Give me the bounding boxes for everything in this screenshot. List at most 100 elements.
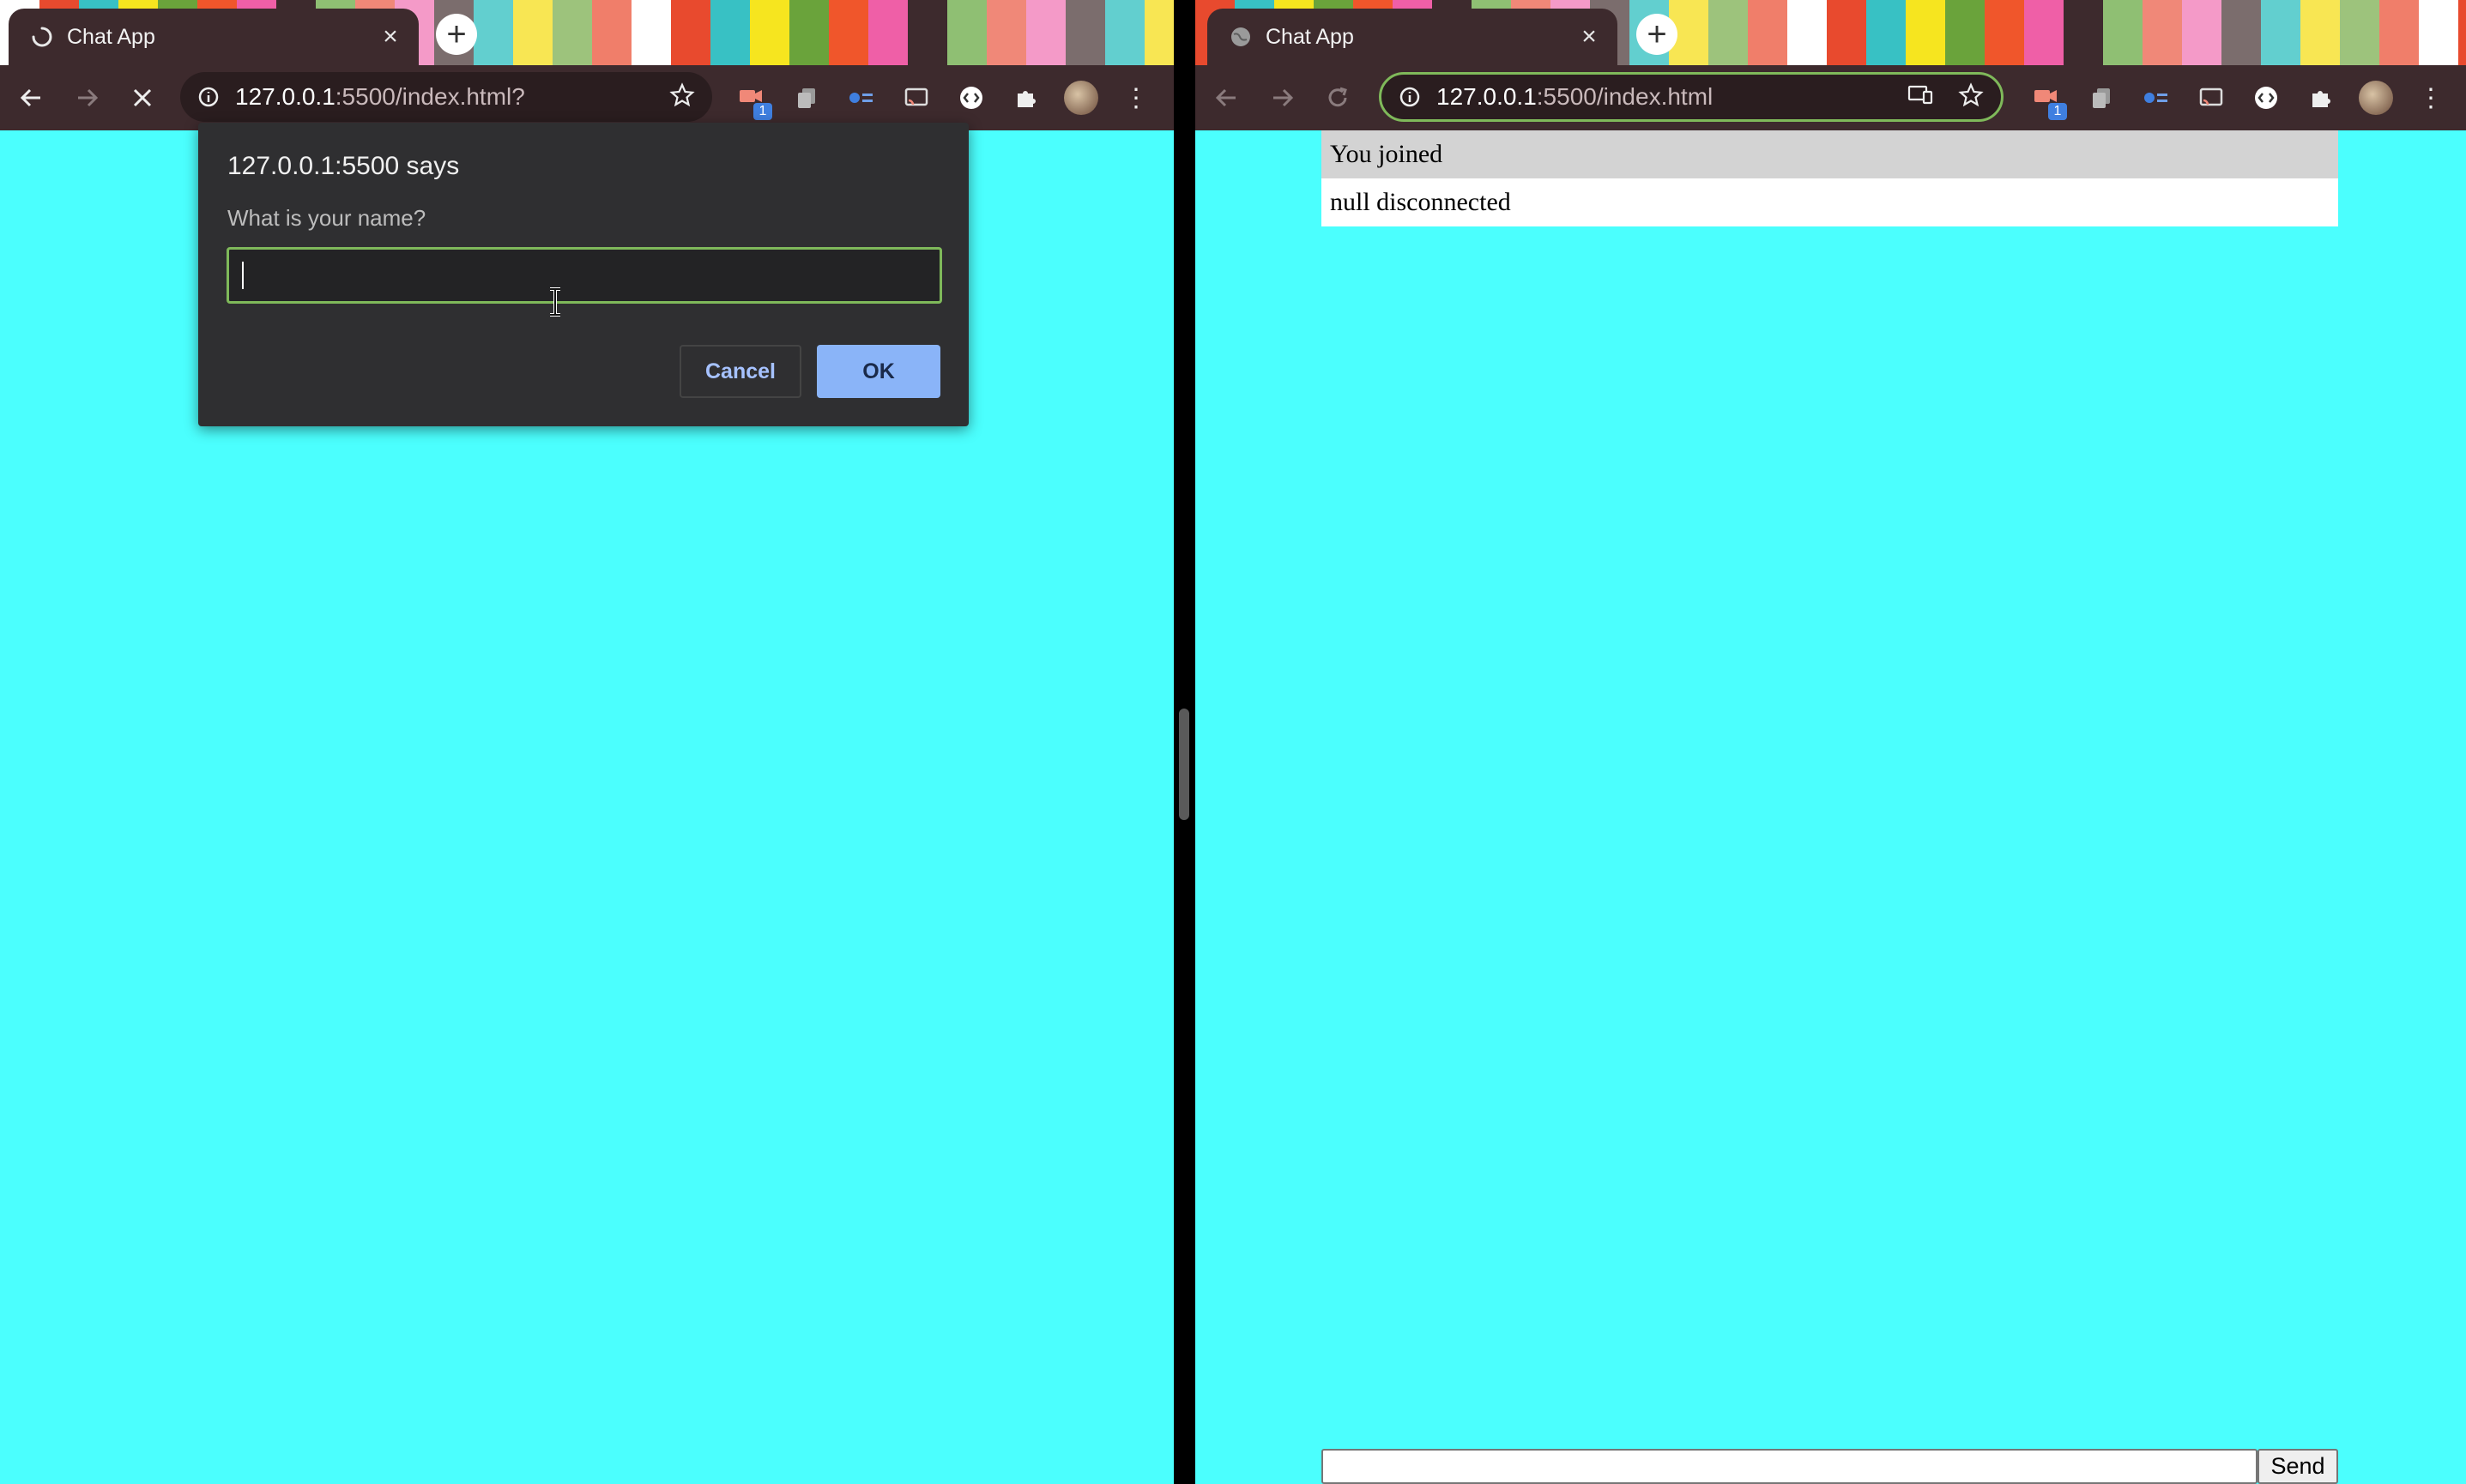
theme-stripe: [592, 0, 632, 65]
theme-stripe: [947, 0, 987, 65]
code-extension-icon[interactable]: [952, 79, 990, 117]
loading-spinner-icon: [31, 26, 53, 48]
theme-stripe: [671, 0, 710, 65]
theme-stripe: [1066, 0, 1105, 65]
cast-extension-icon[interactable]: [2192, 79, 2230, 117]
tab-chat-app[interactable]: Chat App ×: [1207, 9, 1617, 65]
theme-stripe: [2379, 0, 2419, 65]
theme-stripe: [2340, 0, 2379, 65]
new-tab-button[interactable]: +: [1636, 14, 1677, 55]
message-item: null disconnected: [1321, 178, 2338, 226]
install-app-icon[interactable]: [1907, 83, 1934, 112]
tab-title: Chat App: [1266, 24, 1354, 49]
theme-stripe: [474, 0, 513, 65]
close-tab-icon[interactable]: ×: [1574, 22, 1604, 51]
reload-icon[interactable]: [1319, 79, 1357, 117]
tab-title: Chat App: [67, 24, 155, 49]
site-info-icon[interactable]: [1397, 84, 1423, 110]
close-tab-icon[interactable]: ×: [376, 22, 405, 51]
ok-button[interactable]: OK: [817, 345, 940, 398]
theme-stripe: [2143, 0, 2182, 65]
profile-avatar[interactable]: [2357, 79, 2395, 117]
message-item: You joined: [1321, 130, 2338, 178]
extension-icon-1[interactable]: 1: [733, 79, 772, 120]
name-input[interactable]: [227, 247, 942, 304]
theme-stripe: [513, 0, 553, 65]
bookmark-star-icon[interactable]: [1958, 81, 1984, 112]
puzzle-extensions-icon[interactable]: [1007, 79, 1045, 117]
forward-arrow-icon[interactable]: [1264, 79, 1302, 117]
left-browser-window: Chat App × + 127.0.0.1:5500/index.html?: [0, 0, 1174, 1484]
back-arrow-icon[interactable]: [12, 79, 50, 117]
text-caret: [242, 262, 244, 289]
extension-icon-3[interactable]: [843, 79, 880, 117]
more-menu-icon[interactable]: ⋮: [1117, 79, 1155, 117]
theme-stripe: [2221, 0, 2261, 65]
theme-stripe: [1906, 0, 1945, 65]
browser-toolbar: 127.0.0.1:5500/index.html? 1 ⋮: [0, 65, 1174, 130]
copy-extension-icon[interactable]: [788, 79, 825, 117]
new-tab-button[interactable]: +: [436, 14, 477, 55]
text-cursor-icon: [547, 287, 564, 321]
theme-stripe: [1105, 0, 1145, 65]
browser-toolbar: 127.0.0.1:5500/index.html 1 ⋮: [1195, 65, 2466, 130]
theme-stripe: [632, 0, 671, 65]
theme-stripe: [1787, 0, 1827, 65]
theme-stripe: [710, 0, 750, 65]
theme-stripe: [1026, 0, 1066, 65]
theme-stripe: [2458, 0, 2466, 65]
send-button[interactable]: Send: [2257, 1449, 2338, 1484]
cast-extension-icon[interactable]: [898, 79, 935, 117]
forward-arrow-icon[interactable]: [69, 79, 106, 117]
theme-stripe: [1748, 0, 1787, 65]
theme-stripe: [2103, 0, 2143, 65]
message-input[interactable]: [1321, 1449, 2257, 1484]
globe-icon: [1230, 26, 1252, 48]
theme-stripe: [1985, 0, 2024, 65]
theme-stripe: [553, 0, 592, 65]
code-extension-icon[interactable]: [2247, 79, 2285, 117]
back-arrow-icon[interactable]: [1207, 79, 1245, 117]
theme-stripe: [750, 0, 789, 65]
message-list: You joined null disconnected: [1321, 130, 2338, 226]
theme-stripe: [829, 0, 868, 65]
more-menu-icon[interactable]: ⋮: [2412, 79, 2450, 117]
stop-loading-icon[interactable]: [124, 79, 161, 117]
extension-badge: 1: [753, 103, 772, 120]
theme-stripe: [2024, 0, 2064, 65]
theme-stripe: [2419, 0, 2458, 65]
theme-stripe: [2300, 0, 2340, 65]
tab-chat-app[interactable]: Chat App ×: [9, 9, 419, 65]
extension-icon-1[interactable]: 1: [2028, 79, 2067, 120]
site-info-icon[interactable]: [196, 84, 221, 110]
address-bar[interactable]: 127.0.0.1:5500/index.html: [1379, 72, 2004, 122]
extension-icon-3[interactable]: [2137, 79, 2175, 117]
theme-stripe: [908, 0, 947, 65]
profile-avatar[interactable]: [1062, 79, 1100, 117]
theme-stripe: [1945, 0, 1985, 65]
url-text: 127.0.0.1:5500/index.html?: [235, 83, 525, 110]
dialog-title: 127.0.0.1:5500 says: [227, 152, 460, 180]
bookmark-star-icon[interactable]: [669, 81, 695, 112]
copy-extension-icon[interactable]: [2082, 79, 2120, 117]
dialog-message: What is your name?: [227, 205, 426, 231]
prompt-dialog: 127.0.0.1:5500 says What is your name? C…: [198, 123, 969, 426]
theme-stripe: [1708, 0, 1748, 65]
theme-stripe: [2261, 0, 2300, 65]
theme-stripe: [1145, 0, 1174, 65]
page-content: You joined null disconnected Send: [1195, 130, 2466, 1484]
split-resize-handle[interactable]: [1179, 709, 1189, 820]
theme-stripe: [987, 0, 1026, 65]
chat-form: Send: [1321, 1449, 2338, 1484]
theme-stripe: [2064, 0, 2103, 65]
url-text: 127.0.0.1:5500/index.html: [1436, 83, 1714, 110]
theme-stripe: [2182, 0, 2221, 65]
theme-stripe: [1827, 0, 1866, 65]
right-browser-window: Chat App × + 127.0.0.1:5500/index.html 1…: [1195, 0, 2466, 1484]
cancel-button[interactable]: Cancel: [680, 345, 801, 398]
address-bar[interactable]: 127.0.0.1:5500/index.html?: [180, 72, 712, 122]
theme-stripe: [868, 0, 908, 65]
puzzle-extensions-icon[interactable]: [2302, 79, 2340, 117]
theme-stripe: [1866, 0, 1906, 65]
extension-badge: 1: [2048, 103, 2067, 120]
